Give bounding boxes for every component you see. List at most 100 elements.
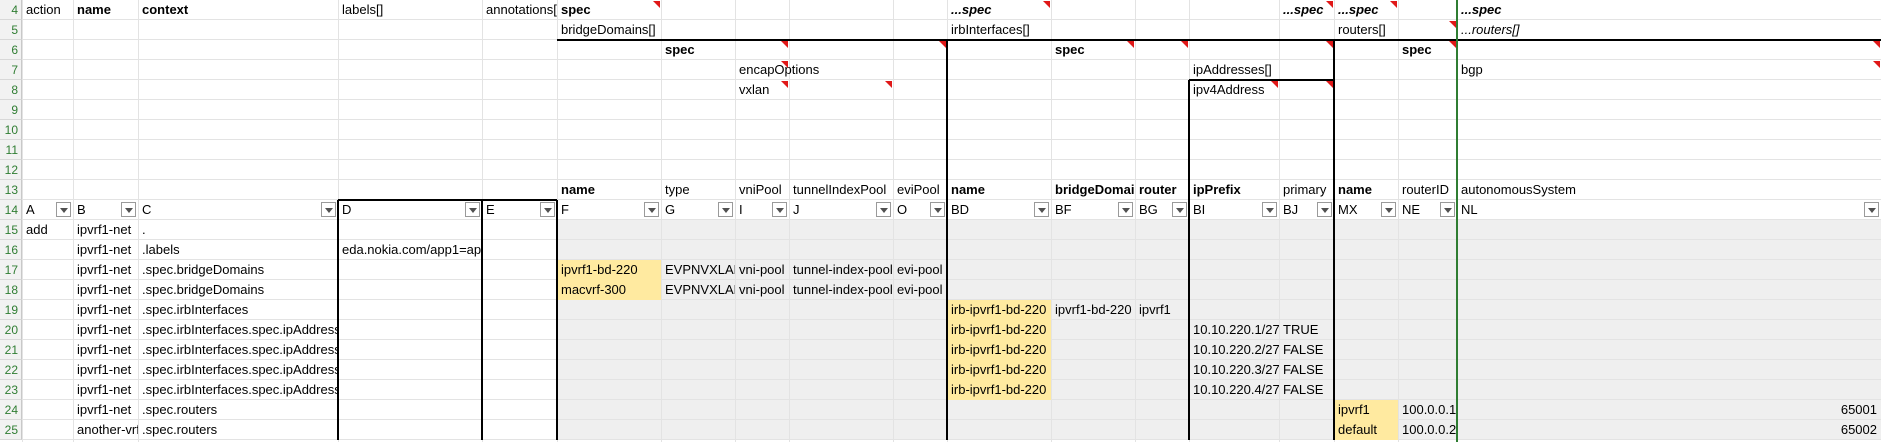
header-name[interactable]: name	[74, 0, 138, 20]
header-irb-spec-top[interactable]: ...spec	[948, 0, 1279, 20]
row-number[interactable]: 12	[0, 160, 22, 180]
field-router-name[interactable]: name	[1335, 180, 1398, 200]
cell-bridge-domain[interactable]	[1052, 400, 1135, 420]
cell-irb-name[interactable]: irb-ipvrf1-bd-220	[948, 300, 1051, 320]
cell-type[interactable]	[662, 220, 735, 240]
row-number[interactable]: 10	[0, 120, 22, 140]
cell-action[interactable]	[23, 240, 73, 260]
cell-router-id[interactable]	[1399, 380, 1457, 400]
row-number[interactable]: 4	[0, 0, 22, 20]
header-annotations[interactable]: annotations[]	[483, 0, 557, 20]
header-spec[interactable]: spec	[558, 0, 947, 20]
field-as[interactable]: autonomousSystem	[1458, 180, 1881, 200]
cell-vni-pool[interactable]: vni-pool	[736, 260, 789, 280]
cell-irb-name[interactable]	[948, 280, 1051, 300]
cell-type[interactable]	[662, 400, 735, 420]
cell-tunnel-index-pool[interactable]: tunnel-index-pool	[790, 280, 893, 300]
filter-dropdown-button[interactable]	[121, 202, 136, 217]
cell-context[interactable]: .spec.irbInterfaces.spec.ipAddresses	[139, 360, 338, 380]
cell-primary[interactable]	[1280, 220, 1334, 240]
cell-router-id[interactable]	[1399, 240, 1457, 260]
cell-router-id[interactable]	[1399, 220, 1457, 240]
cell-router[interactable]	[1136, 420, 1189, 440]
cell-evi-pool[interactable]	[894, 420, 947, 440]
cell-bridge-domain[interactable]	[1052, 320, 1135, 340]
cell-evi-pool[interactable]: evi-pool	[894, 260, 947, 280]
cell-bd-name[interactable]	[558, 400, 661, 420]
cell-bd-name[interactable]: macvrf-300	[558, 280, 661, 300]
cell-router-name[interactable]	[1335, 260, 1398, 280]
cell-bd-name[interactable]	[558, 340, 661, 360]
filter-dropdown-button[interactable]	[465, 202, 480, 217]
cell-evi-pool[interactable]	[894, 360, 947, 380]
cell-primary[interactable]: TRUE	[1280, 320, 1334, 340]
field-vni-pool[interactable]: vniPool	[736, 180, 789, 200]
filter-dropdown-button[interactable]	[1440, 202, 1455, 217]
row-number[interactable]: 16	[0, 240, 22, 260]
cell-router-name[interactable]	[1335, 380, 1398, 400]
cell-primary[interactable]	[1280, 260, 1334, 280]
cell-type[interactable]	[662, 360, 735, 380]
filter-dropdown-button[interactable]	[321, 202, 336, 217]
filter-dropdown-button[interactable]	[540, 202, 555, 217]
filter-dropdown-button[interactable]	[1118, 202, 1133, 217]
cell-type[interactable]	[662, 320, 735, 340]
cell-type[interactable]	[662, 240, 735, 260]
filter-dropdown-button[interactable]	[876, 202, 891, 217]
cell-autonomous-system[interactable]	[1458, 260, 1881, 280]
cell-action[interactable]: add	[23, 220, 73, 240]
cell-context[interactable]: .spec.routers	[139, 400, 338, 420]
cell-autonomous-system[interactable]	[1458, 220, 1881, 240]
filter-dropdown-button[interactable]	[1317, 202, 1332, 217]
row-number[interactable]: 25	[0, 420, 22, 440]
header-context[interactable]: context	[139, 0, 338, 20]
filter-header-d[interactable]: D	[339, 200, 482, 220]
cell-evi-pool[interactable]	[894, 220, 947, 240]
cell-autonomous-system[interactable]	[1458, 360, 1881, 380]
cell-name[interactable]: ipvrf1-net	[74, 400, 138, 420]
cell-context[interactable]: .spec.irbInterfaces.spec.ipAddresses	[139, 340, 338, 360]
cell-router-name[interactable]	[1335, 300, 1398, 320]
cell-bd-name[interactable]: ipvrf1-bd-220	[558, 260, 661, 280]
filter-dropdown-button[interactable]	[930, 202, 945, 217]
cell-autonomous-system[interactable]: 65001	[1458, 400, 1881, 420]
cell-context[interactable]: .spec.bridgeDomains	[139, 280, 338, 300]
cell-bridge-domain[interactable]	[1052, 240, 1135, 260]
cell-irb-name[interactable]	[948, 240, 1051, 260]
cell-type[interactable]	[662, 340, 735, 360]
row-number[interactable]: 17	[0, 260, 22, 280]
cell-vni-pool[interactable]	[736, 320, 789, 340]
cell-router-id[interactable]: 100.0.0.1	[1399, 400, 1457, 420]
cell-evi-pool[interactable]	[894, 380, 947, 400]
cell-autonomous-system[interactable]	[1458, 300, 1881, 320]
cell-autonomous-system[interactable]: 65002	[1458, 420, 1881, 440]
cell-context[interactable]: .	[139, 220, 338, 240]
cell-context[interactable]: .spec.bridgeDomains	[139, 260, 338, 280]
cell-irb-name[interactable]	[948, 260, 1051, 280]
cell-action[interactable]	[23, 280, 73, 300]
cell-action[interactable]	[23, 260, 73, 280]
cell-labels[interactable]: eda.nokia.com/app1=app1	[339, 240, 482, 260]
field-router-id[interactable]: routerID	[1399, 180, 1457, 200]
cell-router-id[interactable]	[1399, 300, 1457, 320]
cell-name[interactable]: ipvrf1-net	[74, 280, 138, 300]
cell-primary[interactable]: FALSE	[1280, 360, 1334, 380]
cell-tunnel-index-pool[interactable]: tunnel-index-pool	[790, 260, 893, 280]
cell-router[interactable]	[1136, 260, 1189, 280]
cell-vni-pool[interactable]	[736, 400, 789, 420]
cell-ip-prefix[interactable]: 10.10.220.3/27	[1190, 360, 1279, 380]
cell-bridge-domain[interactable]	[1052, 340, 1135, 360]
cell-router[interactable]	[1136, 340, 1189, 360]
cell-router-name[interactable]	[1335, 340, 1398, 360]
filter-header-nl[interactable]: NL	[1458, 200, 1881, 220]
cell-ip-prefix[interactable]	[1190, 260, 1279, 280]
cell-router-id[interactable]: 100.0.0.2	[1399, 420, 1457, 440]
cell-router[interactable]	[1136, 220, 1189, 240]
row-number[interactable]: 15	[0, 220, 22, 240]
cell-context[interactable]: .spec.routers	[139, 420, 338, 440]
field-tunnel-index-pool[interactable]: tunnelIndexPool	[790, 180, 893, 200]
cell-router[interactable]	[1136, 360, 1189, 380]
cell-primary[interactable]: FALSE	[1280, 340, 1334, 360]
header-bd-spec[interactable]: spec	[662, 40, 947, 60]
cell-irb-name[interactable]: irb-ipvrf1-bd-220	[948, 340, 1051, 360]
